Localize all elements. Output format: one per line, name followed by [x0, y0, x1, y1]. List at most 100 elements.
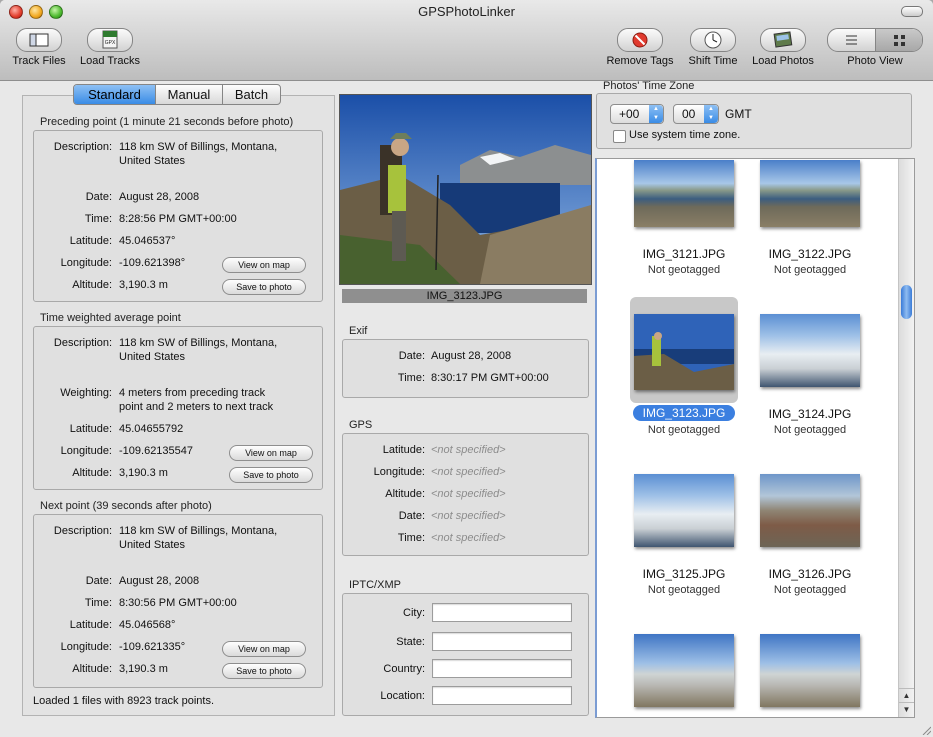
photo-thumbnail-3121[interactable]: [634, 160, 734, 227]
photo-icon: [760, 28, 806, 52]
next-latitude: 45.046568°: [119, 619, 176, 631]
photo-thumbnail-3122[interactable]: [760, 160, 860, 227]
iptc-group: City: State: Country: Location:: [342, 593, 589, 716]
photo-thumbnail[interactable]: [760, 634, 860, 707]
tab-batch[interactable]: Batch: [223, 85, 280, 104]
preceding-view-on-map-button[interactable]: View on map: [222, 257, 306, 273]
photo-status: Not geotagged: [773, 264, 847, 276]
preceding-time: 8:28:56 PM GMT+00:00: [119, 213, 237, 225]
track-files-button[interactable]: Track Files: [6, 28, 72, 67]
gps-date: <not specified>: [431, 510, 506, 522]
stepper-arrows-icon[interactable]: ▲ ▼: [704, 105, 718, 123]
remove-tags-button[interactable]: Remove Tags: [602, 28, 678, 67]
status-text: Loaded 1 files with 8923 track points.: [33, 695, 215, 707]
weighted-view-on-map-button[interactable]: View on map: [229, 445, 313, 461]
weighted-point-title: Time weighted average point: [40, 312, 181, 324]
resize-grip-icon[interactable]: [921, 725, 932, 736]
photo-status: Not geotagged: [773, 424, 847, 436]
timezone-title: Photos' Time Zone: [603, 80, 695, 92]
weighted-latitude: 45.04655792: [119, 423, 184, 435]
gps-time: <not specified>: [431, 532, 506, 544]
window-title: GPSPhotoLinker: [418, 4, 515, 19]
photo-status: Not geotagged: [647, 584, 721, 596]
next-time: 8:30:56 PM GMT+00:00: [119, 597, 237, 609]
app-window: GPSPhotoLinker Track Files GPX Load Trac…: [0, 0, 933, 737]
scroll-up-arrow-icon[interactable]: ▲: [899, 688, 914, 703]
exif-date: August 28, 2008: [431, 350, 512, 362]
preceding-description: 118 km SW of Billings, Montana,: [119, 141, 278, 153]
use-system-timezone-checkbox[interactable]: [613, 130, 626, 143]
photo-view-control[interactable]: Photo View: [827, 28, 923, 67]
grid-view-icon[interactable]: [875, 29, 922, 51]
next-description: 118 km SW of Billings, Montana,: [119, 525, 278, 537]
load-tracks-button[interactable]: GPX Load Tracks: [74, 28, 146, 67]
track-files-icon: [16, 28, 62, 52]
use-system-timezone-label: Use system time zone.: [629, 129, 741, 141]
photo-thumbnail-3123[interactable]: [634, 314, 734, 390]
next-point-title: Next point (39 seconds after photo): [40, 500, 212, 512]
stepper-arrows-icon[interactable]: ▲ ▼: [649, 105, 663, 123]
preceding-latitude: 45.046537°: [119, 235, 176, 247]
weighted-altitude: 3,190.3 m: [119, 467, 168, 479]
preceding-point-title: Preceding point (1 minute 21 seconds bef…: [40, 116, 294, 128]
location-field[interactable]: [432, 686, 572, 705]
preceding-save-to-photo-button[interactable]: Save to photo: [222, 279, 306, 295]
weighted-point-group: Description: 118 km SW of Billings, Mont…: [33, 326, 323, 490]
photo-preview: [339, 94, 592, 285]
city-field[interactable]: [432, 603, 572, 622]
gps-altitude: <not specified>: [431, 488, 506, 500]
photo-thumbnail-3125[interactable]: [634, 474, 734, 547]
next-save-to-photo-button[interactable]: Save to photo: [222, 663, 306, 679]
vertical-scrollbar[interactable]: ▲ ▼: [898, 159, 914, 717]
preceding-date: August 28, 2008: [119, 191, 200, 203]
photo-thumbnail-3126[interactable]: [760, 474, 860, 547]
photo-name: IMG_3125.JPG: [642, 567, 726, 581]
photo-name: IMG_3121.JPG: [642, 247, 726, 261]
gpx-file-icon: GPX: [87, 28, 133, 52]
weighted-save-to-photo-button[interactable]: Save to photo: [229, 467, 313, 483]
preceding-point-group: Description: 118 km SW of Billings, Mont…: [33, 130, 323, 302]
timezone-hours-stepper[interactable]: +00 ▲ ▼: [610, 104, 664, 124]
weighted-weighting: 4 meters from preceding track: [119, 387, 266, 399]
photo-preview-image: [340, 95, 591, 284]
preceding-longitude: -109.621398°: [119, 257, 186, 269]
next-view-on-map-button[interactable]: View on map: [222, 641, 306, 657]
state-field[interactable]: [432, 632, 572, 651]
gps-latitude: <not specified>: [431, 444, 506, 456]
shift-time-button[interactable]: Shift Time: [683, 28, 743, 67]
photo-name: IMG_3126.JPG: [768, 567, 852, 581]
tab-standard[interactable]: Standard: [74, 85, 156, 104]
country-field[interactable]: [432, 659, 572, 678]
load-photos-button[interactable]: Load Photos: [748, 28, 818, 67]
gps-group: Latitude: <not specified> Longitude: <no…: [342, 433, 589, 556]
svg-text:GPX: GPX: [105, 40, 116, 46]
photo-status: Not geotagged: [773, 584, 847, 596]
preceding-altitude: 3,190.3 m: [119, 279, 168, 291]
photo-thumbnail-3124[interactable]: [760, 314, 860, 387]
mode-tabs: Standard Manual Batch: [73, 84, 281, 105]
clock-icon: [690, 28, 736, 52]
list-view-icon[interactable]: [828, 29, 875, 51]
weighted-longitude: -109.62135547: [119, 445, 194, 457]
exif-time: 8:30:17 PM GMT+00:00: [431, 372, 549, 384]
photo-name: IMG_3122.JPG: [768, 247, 852, 261]
scrollbar-thumb[interactable]: [901, 285, 912, 319]
next-point-group: Description: 118 km SW of Billings, Mont…: [33, 514, 323, 688]
toolbar: GPSPhotoLinker Track Files GPX Load Trac…: [0, 0, 933, 81]
photo-browser[interactable]: IMG_3121.JPG Not geotagged IMG_3122.JPG …: [595, 158, 915, 718]
photo-thumbnail[interactable]: [634, 634, 734, 707]
toolbar-toggle-button[interactable]: [901, 6, 923, 17]
timezone-minutes-stepper[interactable]: 00 ▲ ▼: [673, 104, 719, 124]
photo-status: Not geotagged: [647, 264, 721, 276]
weighted-description: 118 km SW of Billings, Montana,: [119, 337, 278, 349]
scroll-down-arrow-icon[interactable]: ▼: [899, 702, 914, 717]
next-altitude: 3,190.3 m: [119, 663, 168, 675]
preview-filename: IMG_3123.JPG: [342, 289, 587, 303]
next-longitude: -109.621335°: [119, 641, 186, 653]
gps-longitude: <not specified>: [431, 466, 506, 478]
timezone-group: +00 ▲ ▼ 00 ▲ ▼ GMT Use system time zone.: [596, 93, 912, 149]
exif-title: Exif: [349, 325, 368, 337]
iptc-title: IPTC/XMP: [349, 579, 401, 591]
tab-manual[interactable]: Manual: [156, 85, 223, 104]
no-entry-icon: [617, 28, 663, 52]
